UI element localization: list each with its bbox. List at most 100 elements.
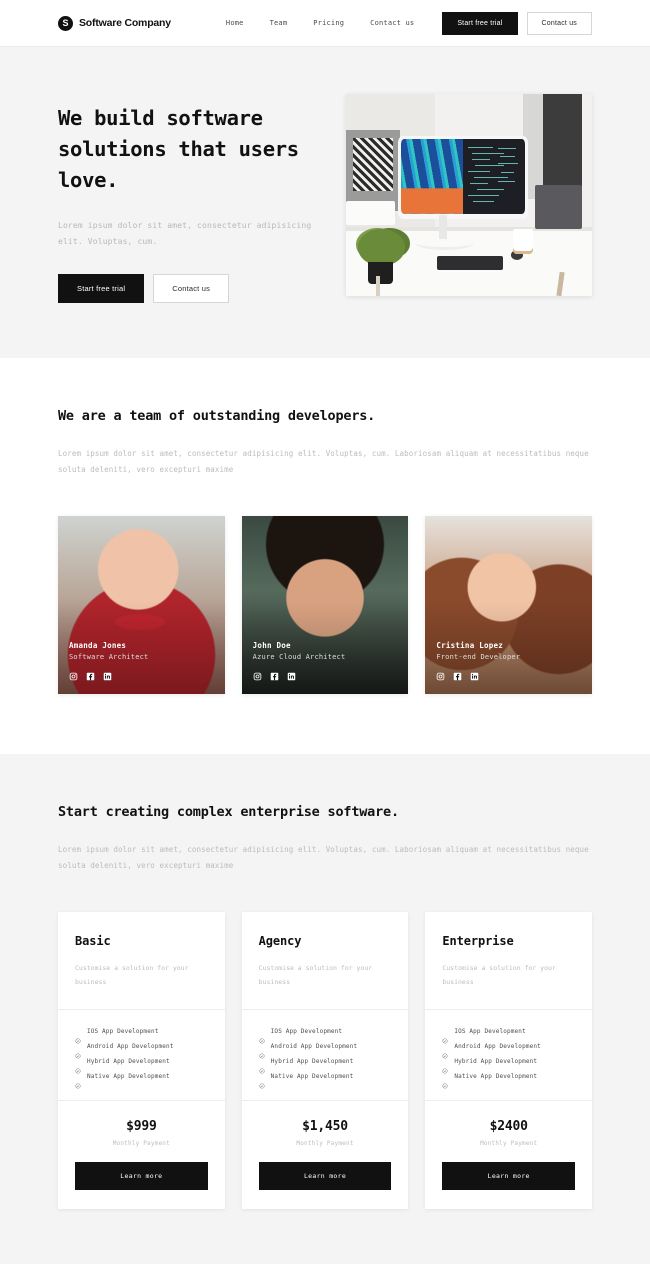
plan-features: IOS App Development Android App Developm… xyxy=(58,1010,225,1100)
member-info: John Doe Azure Cloud Architect xyxy=(253,641,398,681)
check-circle-icon xyxy=(75,1074,81,1089)
check-circle-icon xyxy=(442,1074,448,1089)
instagram-icon[interactable] xyxy=(69,672,78,681)
nav-item-pricing[interactable]: Pricing xyxy=(313,19,344,27)
feature-label: Native App Development xyxy=(270,1073,354,1081)
feature-label: Hybrid App Development xyxy=(87,1058,170,1066)
feature-item: Android App Development xyxy=(442,1043,575,1059)
learn-more-button[interactable]: Learn more xyxy=(442,1162,576,1191)
pricing-card-basic: Basic Customise a solution for your busi… xyxy=(58,912,225,1210)
desk-scene-illustration xyxy=(346,94,592,296)
hero-image xyxy=(346,94,592,296)
plan-name: Basic xyxy=(75,934,111,949)
feature-label: IOS App Development xyxy=(270,1028,343,1036)
plant-icon xyxy=(368,261,393,284)
member-name: Amanda Jones xyxy=(69,640,127,650)
member-socials xyxy=(253,672,398,681)
brand-logo[interactable]: S Software Company xyxy=(58,15,171,31)
check-circle-icon xyxy=(75,1059,81,1074)
instagram-icon[interactable] xyxy=(253,672,262,681)
nav-item-contact-us[interactable]: Contact us xyxy=(370,19,414,27)
linkedin-icon[interactable] xyxy=(287,672,296,681)
team-description: Lorem ipsum dolor sit amet, consectetur … xyxy=(58,448,589,474)
linkedin-icon[interactable] xyxy=(103,672,112,681)
nav-item-team[interactable]: Team xyxy=(270,19,288,27)
feature-label: IOS App Development xyxy=(454,1028,526,1036)
check-circle-icon xyxy=(75,1029,81,1044)
pricing-title: Start creating complex enterprise softwa… xyxy=(58,803,399,820)
member-role: Azure Cloud Architect xyxy=(252,652,346,661)
plan-price: $2400 xyxy=(489,1119,528,1135)
feature-label: Native App Development xyxy=(87,1073,170,1081)
check-circle-icon xyxy=(259,1074,265,1089)
plan-price: $999 xyxy=(126,1119,157,1135)
logo-mark-icon: S xyxy=(58,15,73,31)
keyboard-icon xyxy=(437,255,504,270)
check-circle-icon xyxy=(259,1044,265,1059)
feature-item: Android App Development xyxy=(75,1043,208,1059)
brand-name: Software Company xyxy=(79,17,171,29)
pricing-description: Lorem ipsum dolor sit amet, consectetur … xyxy=(58,844,589,871)
member-role: Front-end Developer xyxy=(436,652,521,661)
feature-item: Hybrid App Development xyxy=(259,1058,392,1074)
hero-contact-us-button[interactable]: Contact us xyxy=(153,273,230,303)
feature-item: Native App Development xyxy=(75,1073,208,1089)
member-socials xyxy=(436,672,581,681)
learn-more-button[interactable]: Learn more xyxy=(75,1162,208,1191)
site-header: S Software Company Home Team Pricing Con… xyxy=(0,0,650,47)
feature-label: IOS App Development xyxy=(87,1028,159,1036)
learn-more-button[interactable]: Learn more xyxy=(258,1162,392,1191)
member-info: Cristina Lopez Front-end Developer xyxy=(436,641,581,681)
team-title: We are a team of outstanding developers. xyxy=(58,407,376,424)
feature-item: IOS App Development xyxy=(259,1028,392,1044)
plan-features: IOS App Development Android App Developm… xyxy=(425,1010,592,1100)
member-info: Amanda Jones Software Architect xyxy=(69,641,214,681)
feature-item: Hybrid App Development xyxy=(442,1058,575,1074)
linkedin-icon[interactable] xyxy=(470,672,479,681)
pricing-card-agency: Agency Customise a solution for your bus… xyxy=(241,912,409,1210)
header-start-free-trial-button[interactable]: Start free trial xyxy=(442,11,518,35)
member-socials xyxy=(69,672,214,681)
feature-label: Android App Development xyxy=(87,1043,174,1051)
mug-icon xyxy=(513,229,533,254)
plan-features: IOS App Development Android App Developm… xyxy=(242,1010,409,1100)
feature-item: IOS App Development xyxy=(442,1028,575,1044)
team-member-card[interactable]: John Doe Azure Cloud Architect xyxy=(241,515,409,694)
feature-item: Native App Development xyxy=(442,1073,575,1089)
hero-section: We build software solutions that users l… xyxy=(0,47,650,358)
hero-actions: Start free trial Contact us xyxy=(58,273,320,303)
facebook-icon[interactable] xyxy=(453,672,462,681)
plan-tagline: Customise a solution for your business xyxy=(75,964,189,986)
check-circle-icon xyxy=(442,1059,448,1074)
team-member-card[interactable]: Amanda Jones Software Architect xyxy=(58,515,225,694)
plan-name: Agency xyxy=(258,934,302,949)
team-grid: Amanda Jones Software Architect John Doe… xyxy=(58,515,593,694)
pricing-card-enterprise: Enterprise Customise a solution for your… xyxy=(425,912,593,1210)
header-contact-us-button[interactable]: Contact us xyxy=(526,11,592,35)
check-circle-icon xyxy=(442,1044,448,1059)
check-circle-icon xyxy=(75,1044,81,1059)
feature-item: Hybrid App Development xyxy=(75,1058,208,1074)
hero-start-free-trial-button[interactable]: Start free trial xyxy=(58,273,145,303)
feature-item: IOS App Development xyxy=(75,1028,208,1044)
feature-label: Android App Development xyxy=(454,1043,541,1051)
team-member-card[interactable]: Cristina Lopez Front-end Developer xyxy=(425,515,593,694)
plan-tagline: Customise a solution for your business xyxy=(442,964,556,986)
facebook-icon[interactable] xyxy=(270,672,279,681)
pricing-section: Start creating complex enterprise softwa… xyxy=(0,753,650,1264)
plan-tagline: Customise a solution for your business xyxy=(258,964,373,986)
plan-period: Monthly Payment xyxy=(296,1140,354,1148)
feature-item: Android App Development xyxy=(259,1043,392,1059)
hero-subtitle: Lorem ipsum dolor sit amet, consectetur … xyxy=(58,221,312,247)
member-name: John Doe xyxy=(252,640,291,650)
plan-period: Monthly Payment xyxy=(480,1140,538,1148)
facebook-icon[interactable] xyxy=(86,672,95,681)
hero-copy: We build software solutions that users l… xyxy=(58,94,320,303)
instagram-icon[interactable] xyxy=(436,672,445,681)
monitor-icon xyxy=(397,136,529,220)
check-circle-icon xyxy=(259,1029,265,1044)
plan-price: $1,450 xyxy=(302,1119,348,1135)
feature-item: Native App Development xyxy=(259,1073,392,1089)
nav-item-home[interactable]: Home xyxy=(226,19,244,27)
plan-name: Enterprise xyxy=(442,934,514,949)
